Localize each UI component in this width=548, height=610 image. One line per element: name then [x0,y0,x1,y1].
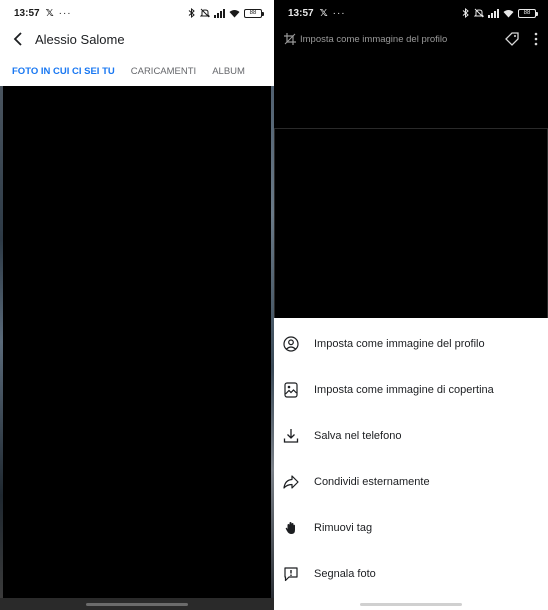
crop-icon[interactable] [284,33,296,45]
hand-icon [282,519,300,537]
photo-viewer-screen: 13:57 𝕏 ··· 88 Imposta come immagine del… [274,0,548,610]
tag-icon[interactable] [504,31,520,47]
photo-grid[interactable] [0,86,274,598]
photo-edge-left [0,86,3,598]
mute-icon [200,8,210,18]
menu-report-photo[interactable]: Segnala foto [274,551,548,597]
wifi-icon [229,9,240,17]
battery-icon: 88 [518,8,538,18]
menu-item-label: Imposta come immagine di copertina [314,384,494,396]
tab-uploads[interactable]: CARICAMENTI [131,66,196,77]
set-profile-picture-shortcut[interactable]: Imposta come immagine del profilo [300,34,447,45]
status-bar: 13:57 𝕏 ··· 88 [0,0,274,26]
bluetooth-icon [188,8,195,18]
share-icon [282,473,300,491]
top-app-bar: Alessio Salome [0,26,274,52]
x-app-icon: 𝕏 [45,7,54,19]
profile-circle-icon [282,335,300,353]
photos-screen: 13:57 𝕏 ··· 88 Alessio Salome FOTO IN CU… [0,0,274,610]
status-time: 13:57 [14,7,40,19]
menu-set-profile-picture[interactable]: Imposta come immagine del profilo [274,321,548,367]
menu-item-label: Imposta come immagine del profilo [314,338,485,350]
cover-image-icon [282,381,300,399]
menu-share-externally[interactable]: Condividi esternamente [274,459,548,505]
page-title: Alessio Salome [35,31,125,47]
menu-save-to-phone[interactable]: Salva nel telefono [274,413,548,459]
more-options-icon[interactable] [534,32,538,46]
photo-preview[interactable] [274,128,548,318]
tab-photos-of-you[interactable]: FOTO IN CUI CI SEI TU [12,66,115,77]
tab-albums[interactable]: ALBUM [212,66,245,77]
back-arrow-icon [13,32,22,46]
more-notifications-icon: ··· [332,7,346,19]
back-button[interactable] [3,26,33,52]
signal-icon [214,8,225,18]
home-indicator[interactable] [86,603,188,606]
report-icon [282,565,300,583]
menu-remove-tag[interactable]: Rimuovi tag [274,505,548,551]
menu-item-label: Rimuovi tag [314,522,373,534]
menu-item-label: Salva nel telefono [314,430,402,442]
viewer-toolbar: Imposta come immagine del profilo [274,26,548,52]
download-icon [282,427,300,445]
more-notifications-icon: ··· [58,7,72,19]
menu-item-label: Segnala foto [314,568,376,580]
signal-icon [488,8,499,18]
status-time: 13:57 [288,7,314,19]
wifi-icon [503,9,514,17]
bluetooth-icon [462,8,469,18]
home-indicator[interactable] [360,603,462,606]
menu-set-cover-photo[interactable]: Imposta come immagine di copertina [274,367,548,413]
menu-item-label: Condividi esternamente [314,476,430,488]
photo-options-sheet: Imposta come immagine del profilo Impost… [274,318,548,600]
photo-tabs: FOTO IN CUI CI SEI TU CARICAMENTI ALBUM [0,58,274,84]
x-app-icon: 𝕏 [319,7,328,19]
battery-icon: 88 [244,8,264,18]
status-bar: 13:57 𝕏 ··· 88 [274,0,548,26]
mute-icon [474,8,484,18]
